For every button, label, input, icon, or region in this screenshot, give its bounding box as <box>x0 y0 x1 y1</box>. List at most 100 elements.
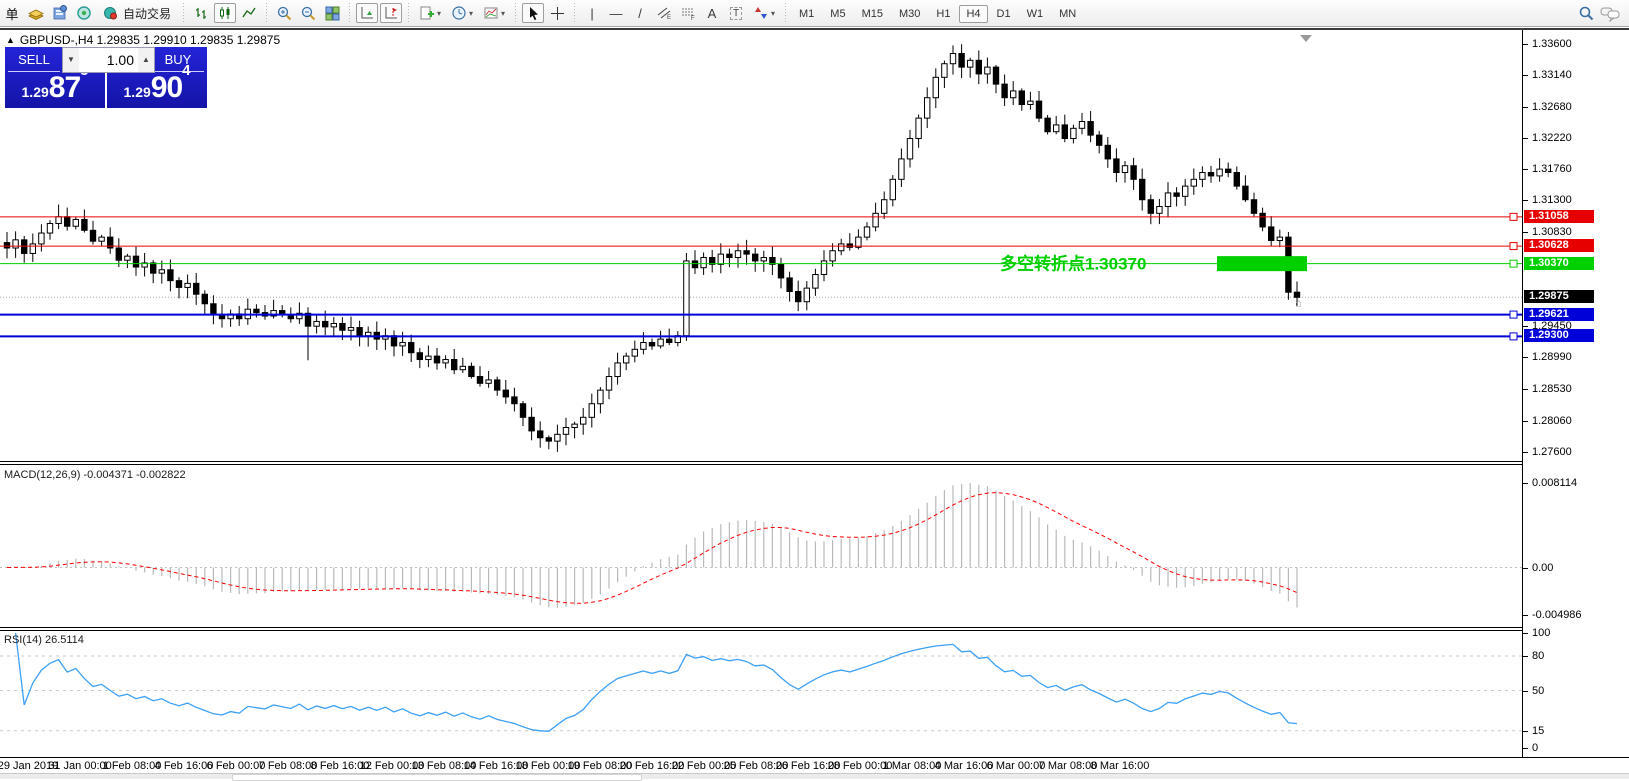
tile-windows-icon[interactable] <box>321 3 343 23</box>
market-watch-icon[interactable] <box>25 3 47 23</box>
chevron-down-icon: ▾ <box>501 9 505 18</box>
templates-button[interactable]: ▾ <box>479 3 509 23</box>
axis-tick-label: -0.004986 <box>1532 609 1582 621</box>
axis-tick-label: 1.30830 <box>1532 226 1572 238</box>
equidistant-channel-tool[interactable]: E <box>653 3 675 23</box>
arrows-tool[interactable]: ▾ <box>749 3 779 23</box>
volume-spinner[interactable]: ▼ 1.00 ▲ <box>62 47 155 73</box>
axis-tick <box>1523 483 1528 484</box>
signals-icon[interactable] <box>73 3 95 23</box>
candlestick-chart-icon[interactable] <box>214 3 236 23</box>
axis-tick <box>1523 656 1528 657</box>
axis-tick <box>1523 75 1528 76</box>
timeframe-group: M1M5M15M30H1H4D1W1MN <box>791 4 1084 22</box>
one-click-trading-panel: SELL 1.29875 BUY 1.29904 ▼ 1.00 ▲ <box>5 47 212 108</box>
chart-shift-icon[interactable] <box>380 3 402 23</box>
timeframe-mn[interactable]: MN <box>1052 5 1083 23</box>
pivot-highlight-bar[interactable] <box>1217 256 1307 271</box>
pane-separator[interactable] <box>0 461 1629 462</box>
chevron-down-icon: ▾ <box>469 9 473 18</box>
axis-tick-label: 1.31300 <box>1532 194 1572 206</box>
label-tool[interactable]: T <box>725 3 747 23</box>
price-axis[interactable]: 1.336001.331401.326801.322201.317601.313… <box>1522 30 1629 757</box>
price-level-label: 1.31058 <box>1524 210 1594 223</box>
zoom-in-icon[interactable] <box>273 3 295 23</box>
svg-text:E: E <box>667 15 671 21</box>
line-chart-icon[interactable] <box>238 3 260 23</box>
arrows-icon <box>753 5 769 21</box>
main-chart-pane[interactable]: 多空转折点1.30370⌂ <box>0 30 1522 461</box>
macd-signal-line <box>7 493 1297 604</box>
volume-down-icon[interactable]: ▼ <box>63 48 79 72</box>
volume-value[interactable]: 1.00 <box>79 48 138 72</box>
timeframe-h1[interactable]: H1 <box>929 5 957 23</box>
volume-up-icon[interactable]: ▲ <box>138 48 154 72</box>
toolbar-separator <box>182 3 185 23</box>
axis-tick-label: 1.33600 <box>1532 38 1572 50</box>
bottom-strip <box>0 773 1629 779</box>
periods-button[interactable]: ▾ <box>447 3 477 23</box>
timeframe-m15[interactable]: M15 <box>855 5 890 23</box>
fibonacci-tool[interactable]: F <box>677 3 699 23</box>
crosshair-icon <box>550 6 565 21</box>
horizontal-line-tool[interactable]: — <box>605 3 627 23</box>
autotrading-button[interactable]: 自动交易 <box>97 3 177 23</box>
time-axis-label: 4 Feb 16:00 <box>155 760 214 772</box>
axis-tick-label: 0 <box>1532 742 1538 754</box>
axis-tick-label: 1.28990 <box>1532 351 1572 363</box>
auto-scroll-icon[interactable] <box>356 3 378 23</box>
pane-separator[interactable] <box>0 627 1629 628</box>
axis-tick-label: 0.00 <box>1532 562 1553 574</box>
text-tool[interactable]: A <box>701 3 723 23</box>
axis-tick-label: 0.008114 <box>1532 477 1577 489</box>
template-icon <box>483 5 499 21</box>
line-anchor[interactable] <box>1510 213 1517 220</box>
trendline-tool[interactable]: / <box>629 3 651 23</box>
timeframe-m5[interactable]: M5 <box>823 5 852 23</box>
chevron-down-icon: ▾ <box>437 9 441 18</box>
toolbar-separator <box>265 3 268 23</box>
price-level-label: 1.30370 <box>1524 257 1594 270</box>
indicators-button[interactable]: ▾ <box>415 3 445 23</box>
chart-shift-marker-icon[interactable] <box>1300 35 1312 42</box>
axis-tick-label: 1.32220 <box>1532 132 1572 144</box>
new-order-button[interactable]: 单 <box>1 3 23 23</box>
line-anchor[interactable] <box>1510 260 1517 267</box>
bar-chart-icon[interactable] <box>190 3 212 23</box>
axis-tick <box>1523 421 1528 422</box>
timeframe-m1[interactable]: M1 <box>792 5 821 23</box>
time-axis-label: 4 Mar 16:00 <box>935 760 994 772</box>
axis-tick <box>1523 357 1528 358</box>
line-anchor[interactable] <box>1510 311 1517 318</box>
line-anchor[interactable] <box>1510 243 1517 250</box>
chat-icon[interactable] <box>1599 3 1621 23</box>
macd-pane[interactable] <box>0 465 1522 627</box>
toolbar-separator <box>348 3 351 23</box>
timeframe-m30[interactable]: M30 <box>892 5 927 23</box>
rsi-line <box>16 633 1297 731</box>
axis-tick <box>1523 731 1528 732</box>
zoom-out-icon[interactable] <box>297 3 319 23</box>
search-icon[interactable] <box>1575 3 1597 23</box>
vertical-line-tool[interactable]: | <box>581 3 603 23</box>
axis-tick <box>1523 389 1528 390</box>
timeframe-h4[interactable]: H4 <box>959 5 987 23</box>
timeframe-w1[interactable]: W1 <box>1020 5 1051 23</box>
toolbar-separator <box>573 3 576 23</box>
time-axis[interactable]: 29 Jan 201931 Jan 00:001 Feb 08:004 Feb … <box>0 758 1522 773</box>
axis-tick <box>1523 200 1528 201</box>
time-axis-label: 6 Feb 00:00 <box>207 760 266 772</box>
scrollbar-thumb[interactable] <box>232 774 642 781</box>
chart-title: ▲ GBPUSD-,H4 1.29835 1.29910 1.29835 1.2… <box>6 33 280 47</box>
rsi-pane[interactable] <box>0 631 1522 757</box>
toolbar-separator <box>784 3 787 23</box>
cursor-button[interactable] <box>522 3 544 23</box>
crosshair-button[interactable] <box>546 3 568 23</box>
pivot-annotation-text[interactable]: 多空转折点1.30370 <box>1000 254 1146 274</box>
axis-tick-label: 80 <box>1532 650 1544 662</box>
timeframe-d1[interactable]: D1 <box>990 5 1018 23</box>
collapse-panel-icon[interactable]: ▲ <box>6 35 15 45</box>
data-window-icon[interactable] <box>49 3 71 23</box>
axis-tick <box>1523 633 1528 634</box>
line-anchor[interactable] <box>1510 333 1517 340</box>
